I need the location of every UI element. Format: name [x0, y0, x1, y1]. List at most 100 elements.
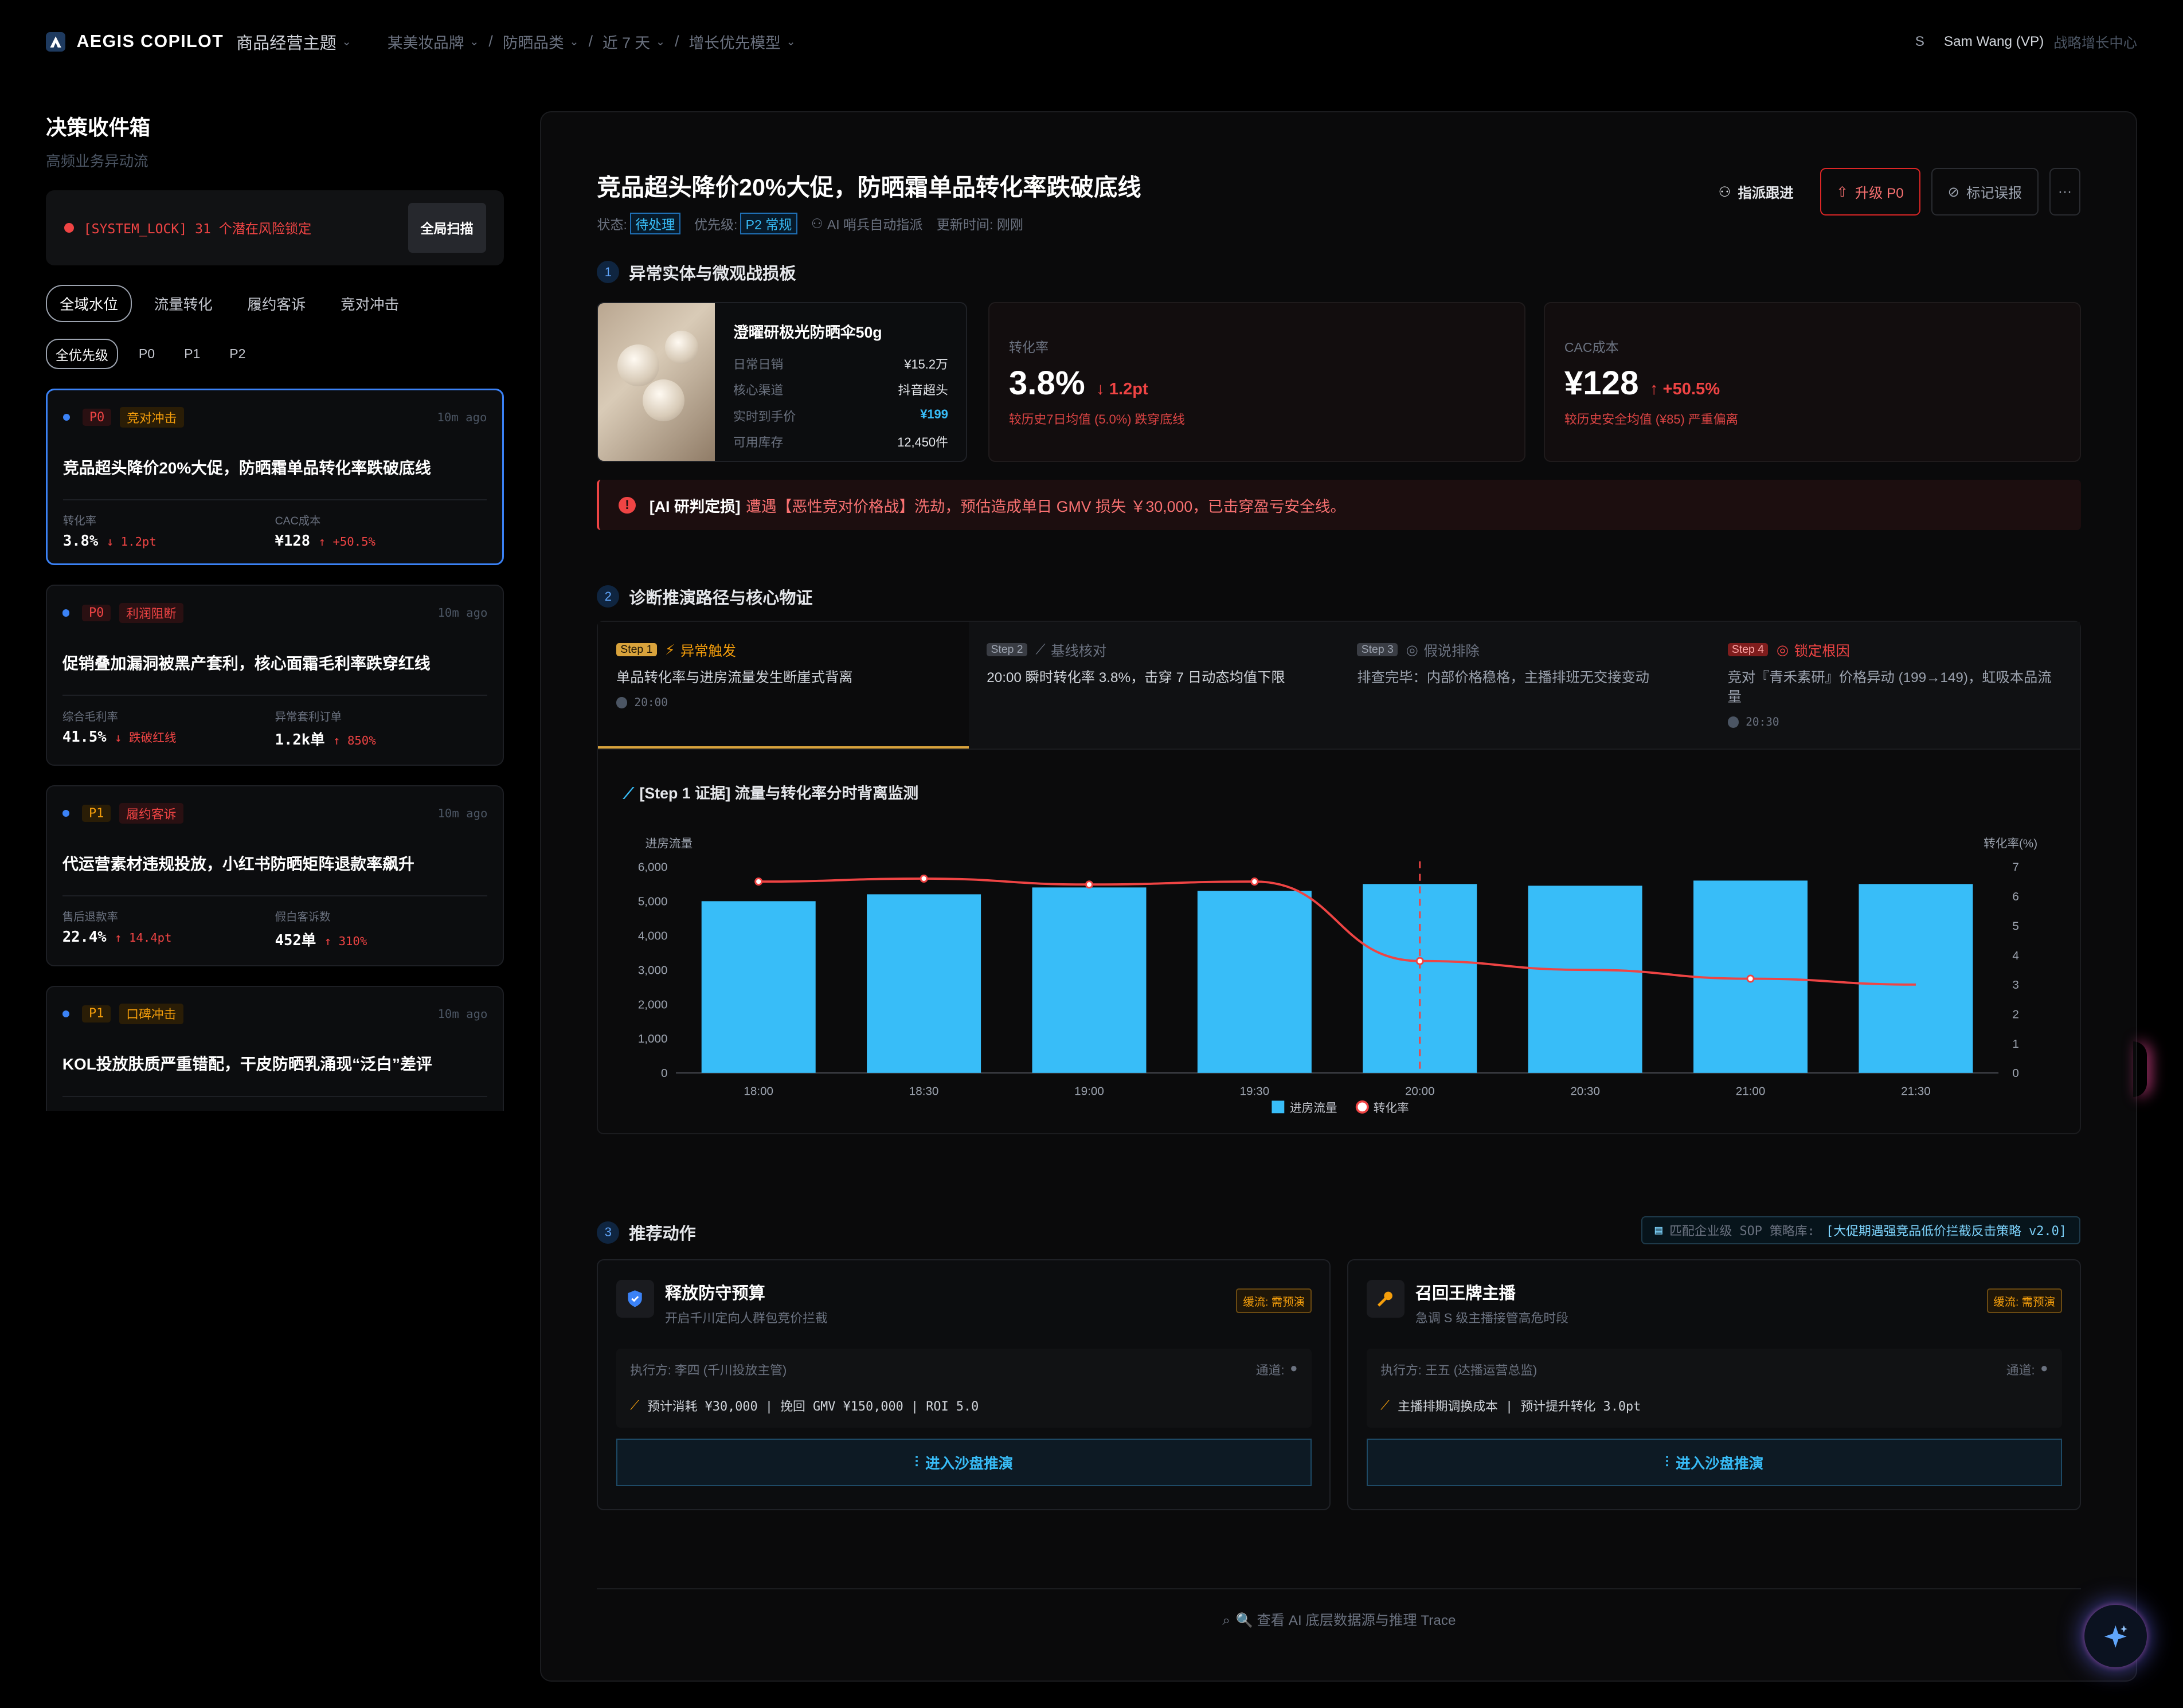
bar-21:30	[1859, 884, 1973, 1073]
logo-icon	[50, 36, 61, 48]
unread-dot-icon	[62, 609, 69, 617]
alert-label: [AI 研判定损]	[649, 497, 741, 515]
metric-label: 综合毛利率	[62, 710, 118, 723]
inbox-card[interactable]: P1 履约客诉 10m ago 代运营素材违规投放，小红书防晒矩阵退款率飙升 售后退…	[46, 785, 504, 966]
alert-icon: !	[619, 496, 636, 514]
crumb-brand[interactable]: 某美妆品牌	[388, 30, 464, 53]
crumb-period[interactable]: 近 7 天	[603, 30, 650, 53]
sandbox-button[interactable]: ⫶ 进入沙盘推演	[1367, 1439, 2062, 1486]
theme-selector[interactable]: 商品经营主题	[236, 30, 337, 54]
tab-traffic[interactable]: 流量转化	[142, 286, 225, 321]
assign-button[interactable]: ⚇ 指派跟进	[1703, 168, 1809, 216]
card-title: 促销叠加漏洞被黑产套利，核心面霜毛利率跌穿红线	[62, 654, 431, 672]
product-attr-label: 核心渠道	[733, 383, 784, 398]
rec-detail: 执行方: 李四 (千川投放主管) 通道: ● ⟋ 预计消耗 ¥30,000 | 挽回 …	[616, 1348, 1312, 1428]
global-scan-button[interactable]: 全局扫描	[408, 202, 486, 253]
priority-badge: P1	[81, 1005, 111, 1023]
system-lock-bar: [SYSTEM_LOCK] 31 个潜在风险锁定 全局扫描	[46, 190, 504, 265]
recommendation-card: 召回王牌主播 急调 S 级主播接管高危时段 缓流: 需预演 执行方: 王五 (达播…	[1347, 1259, 2082, 1510]
step-tab-4[interactable]: Step 4 ◎ 锁定根因 竞对『青禾素研』价格异动 (199→149)，虹吸本品流…	[1709, 621, 2080, 749]
top-bar: AEGIS COPILOT 商品经营主题 ⌄ 某美妆品牌 ⌄ / 防晒品类 ⌄ / …	[0, 0, 2183, 84]
chevron-down-icon[interactable]: ⌄	[786, 35, 795, 49]
ai-assistant-button[interactable]	[2084, 1605, 2147, 1668]
chat-icon[interactable]: ●	[1290, 1361, 1297, 1378]
line-point	[1250, 877, 1259, 886]
avatar[interactable]: S	[1915, 34, 1924, 50]
step-desc: 单品转化率与进房流量发生断崖式背离	[616, 669, 853, 685]
chat-icon[interactable]: ●	[2040, 1361, 2048, 1378]
rec-calc: 主播排期调换成本 | 预计提升转化 3.0pt	[1398, 1399, 1641, 1414]
step-tab-1[interactable]: Step 1 ⚡ 异常触发 单品转化率与进房流量发生断崖式背离 20:00	[598, 621, 969, 749]
metric-delta: ↓ 跌破红线	[115, 731, 177, 745]
product-attr-label: 实时到手价	[733, 409, 796, 424]
crumb-model[interactable]: 增长优先模型	[689, 30, 781, 53]
section-number: 1	[597, 261, 620, 284]
x-tick: 20:00	[1405, 1084, 1435, 1098]
priority-tab-p0[interactable]: P0	[130, 342, 163, 366]
y-tick-left: 4,000	[638, 929, 668, 942]
traffic-conversion-chart: 进房流量 转化率(%) 0 1,000 2,000 3,000 4,000 5,000 6,00…	[638, 837, 2037, 1114]
bar-19:30	[1198, 891, 1312, 1073]
unread-dot-icon	[62, 810, 69, 817]
chart-title: ⟋ [Step 1 证据] 流量与转化率分时背离监测	[623, 781, 918, 803]
step-badge: Step 3	[1357, 643, 1398, 657]
priority-tab-all[interactable]: 全优先级	[46, 339, 118, 369]
y-tick-left: 2,000	[638, 998, 668, 1011]
metric-label: 转化率	[62, 515, 97, 528]
priority-tab-p1[interactable]: P1	[176, 342, 209, 366]
sparkle-icon	[2104, 1625, 2127, 1648]
tab-competitor[interactable]: 竞对冲击	[328, 286, 412, 321]
line-point	[1085, 880, 1094, 888]
kpi-value: 3.8%	[1008, 365, 1085, 402]
rec-sub: 开启千川定向人群包竞价拦截	[664, 1310, 828, 1325]
mark-false-alarm-button[interactable]: ⊘ 标记误报	[1931, 168, 2039, 216]
logo	[46, 32, 66, 52]
lock-text: [SYSTEM_LOCK] 31 个潜在风险锁定	[83, 222, 312, 237]
line-point	[754, 877, 763, 886]
breadcrumb: 某美妆品牌 ⌄ / 防晒品类 ⌄ / 近 7 天 ⌄ / 增长优先模型 ⌄	[388, 30, 796, 53]
inbox-title: 决策收件箱	[46, 116, 151, 140]
upgrade-p0-button[interactable]: ⇧ 升级 P0	[1820, 168, 1920, 216]
inbox-card[interactable]: P0 利润阻断 10m ago 促销叠加漏洞被黑产套利，核心面霜毛利率跌穿红线 综合…	[46, 585, 504, 766]
metric-delta: ↑ 310%	[324, 934, 367, 948]
sop-value: [大促期遇强竞品低价拦截反击策略 v2.0]	[1826, 1224, 2067, 1239]
metric-delta: ↑ +50.5%	[318, 534, 375, 549]
alert-text: 遭遇【恶性竞对价格战】洗劫，预估造成单日 GMV 损失 ￥30,000，已击穿盈…	[746, 497, 1346, 515]
bar-19:00	[1032, 887, 1147, 1073]
step-label: 假说排除	[1423, 644, 1480, 660]
meta-row: 状态: 待处理 优先级: P2 常规 ⚇ AI 哨兵自动指派 更新时间: 刚刚	[597, 213, 1023, 235]
trace-link[interactable]: ⌕ 🔍 查看 AI 底层数据源与推理 Trace	[597, 1588, 2082, 1629]
sandbox-button[interactable]: ⫶ 进入沙盘推演	[616, 1439, 1312, 1486]
section-heading: 2 诊断推演路径与核心物证	[597, 585, 813, 609]
rec-sub: 急调 S 级主播接管高危时段	[1415, 1310, 1568, 1325]
step-tab-3[interactable]: Step 3 ◎ 假说排除 排查完毕：内部价格稳格，主播排班无交接变动	[1339, 621, 1710, 749]
trend-icon: ⟋	[630, 1398, 639, 1413]
more-button[interactable]: ···	[2049, 168, 2080, 216]
rec-tag: 缓流: 需预演	[1236, 1288, 1312, 1313]
chevron-down-icon[interactable]: ⌄	[656, 35, 665, 49]
priority-tab-p2[interactable]: P2	[221, 342, 254, 366]
y-tick-right: 1	[2013, 1037, 2019, 1051]
chevron-down-icon[interactable]: ⌄	[470, 35, 479, 49]
step-time: 20:00	[634, 696, 668, 710]
chevron-down-icon[interactable]: ⌄	[569, 35, 578, 49]
product-image	[598, 303, 715, 461]
rec-tag: 缓流: 需预演	[1986, 1288, 2062, 1313]
sop-match[interactable]: ▤ 匹配企业级 SOP 策略库: [大促期遇强竞品低价拦截反击策略 v2.0]	[1641, 1216, 2080, 1244]
step-tab-2[interactable]: Step 2 ⟋ 基线核对 20:00 瞬时转化率 3.8%，击穿 7 日动态均值下…	[968, 621, 1339, 749]
sliders-icon: ⫶	[1665, 1454, 1669, 1470]
rec-channel: 通道:	[1255, 1363, 1285, 1378]
tab-all[interactable]: 全域水位	[46, 284, 132, 323]
tab-fulfillment[interactable]: 履约客诉	[235, 286, 319, 321]
chevron-down-icon[interactable]: ⌄	[342, 35, 351, 49]
inbox-card[interactable]: P0 竞对冲击 10m ago 竞品超头降价20%大促，防晒霜单品转化率跌破底线 转…	[46, 388, 504, 566]
crumb-category[interactable]: 防晒品类	[503, 30, 564, 53]
user-menu[interactable]: S Sam Wang (VP) 战略增长中心	[1915, 0, 2137, 84]
step-badge: Step 1	[616, 643, 657, 657]
metric-label: 售后退款率	[62, 911, 118, 924]
microphone-icon	[1367, 1280, 1405, 1318]
metric-label: CAC成本	[275, 515, 321, 528]
section-number: 3	[597, 1221, 620, 1244]
x-tick: 21:00	[1736, 1084, 1766, 1098]
kpi-label: 转化率	[1008, 339, 1049, 355]
